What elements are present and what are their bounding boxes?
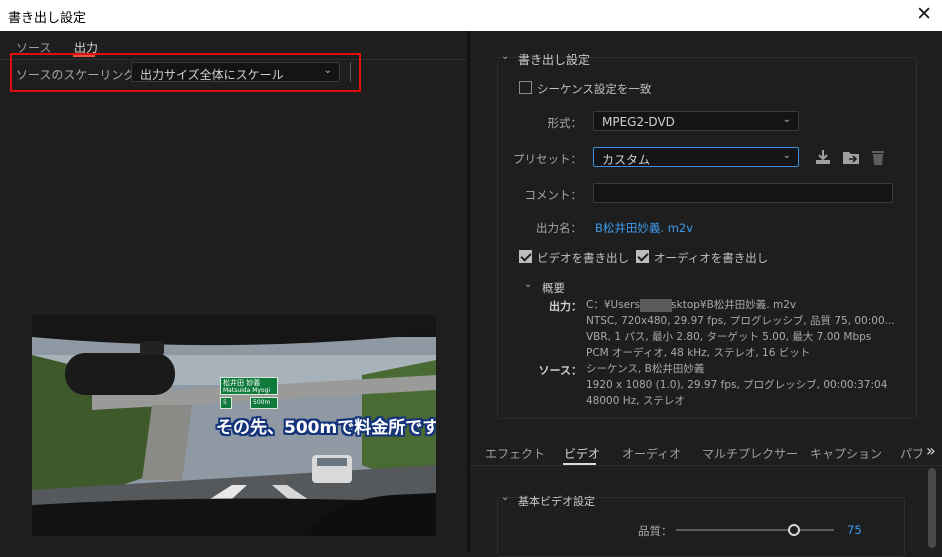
summary-line: 1920 x 1080 (1.0), 29.97 fps, プログレッシブ, 0… [586,379,888,391]
chevron-down-icon[interactable]: ⌄ [501,51,509,62]
sign-text: 松井田 妙義 [223,379,261,387]
basic-video-title: 基本ビデオ設定 [518,495,595,508]
tab-video[interactable]: ビデオ [564,445,600,462]
summary-line: VBR, 1 パス, 最小 2.80, ターゲット 5.00, 最大 7.00 … [586,331,872,343]
sign-number-text: 5 [223,399,227,406]
summary-line: C：¥Users¥ ¥Desktop¥B松井田妙義. m2v [586,299,797,311]
tab-effects[interactable]: エフェクト [485,445,545,462]
match-sequence-checkbox[interactable] [519,81,532,94]
export-video-label: ビデオを書き出し [537,251,629,265]
chevron-down-icon[interactable]: ⌄ [524,279,532,290]
source-output-pane: ソース 出力 ソースのスケーリング： 出力サイズ全体にスケール ⌄ 松井田 妙義… [0,31,467,551]
summary-output-key: 出力： [549,300,582,313]
summary-line: NTSC, 720x480, 29.97 fps, プログレッシブ, 品質 75… [586,315,895,327]
close-icon[interactable]: ✕ [916,3,932,25]
quality-label: 品質： [638,524,673,538]
divider [350,62,351,82]
sign-subtext: Matsuida Myogi [223,387,271,394]
tab-publish[interactable]: パブ [900,445,922,462]
road-sign: 松井田 妙義 Matsuida Myogi [220,377,278,395]
video-preview: 松井田 妙義 Matsuida Myogi 500m 5 その先、500mで料金… [32,315,436,536]
summary-source-key: ソース： [538,364,582,377]
scaling-value: 出力サイズ全体にスケール [140,68,284,82]
quality-slider-thumb[interactable] [787,524,800,536]
match-sequence-label: シーケンス設定を一致 [537,82,652,96]
road-sign-number: 5 [220,397,232,409]
chevron-down-icon[interactable]: ⌄ [501,492,509,503]
export-settings-title: 書き出し設定 [518,53,591,67]
delete-preset-icon[interactable] [869,148,887,166]
summary-line: PCM オーディオ, 48 kHz, ステレオ, 16 ビット [586,347,811,359]
output-name-label: 出力名： [536,221,582,235]
comment-label: コメント： [524,188,583,202]
import-preset-icon[interactable] [842,148,860,166]
tab-audio[interactable]: オーディオ [622,445,681,462]
sign-distance-text: 500m [253,399,271,406]
scaling-select[interactable]: 出力サイズ全体にスケール ⌄ [131,62,340,82]
summary-title: 概要 [542,281,565,295]
chevron-down-icon: ⌄ [782,114,791,125]
road-sign-distance: 500m [250,397,278,409]
format-value: MPEG2-DVD [602,115,675,129]
export-settings-pane: ⌄ 書き出し設定 シーケンス設定を一致 形式： MPEG2-DVD ⌄ プリセッ… [470,31,942,557]
comment-input[interactable] [593,183,893,203]
export-audio-label: オーディオを書き出し [654,251,769,265]
tab-captions[interactable]: キャプション [810,445,882,462]
quality-slider-track[interactable] [676,529,834,531]
tab-active-indicator [563,463,596,465]
preset-select[interactable]: カスタム ⌄ [593,147,799,167]
more-tabs-icon[interactable]: » [926,441,936,460]
title-bar: 書き出し設定 ✕ [0,0,942,31]
redaction-block [640,299,672,312]
format-select[interactable]: MPEG2-DVD ⌄ [593,111,799,131]
settings-tabs: エフェクト ビデオ オーディオ マルチプレクサー キャプション パブ » [470,436,942,466]
quality-value[interactable]: 75 [847,523,862,537]
chevron-down-icon: ⌄ [782,150,791,161]
save-preset-icon[interactable] [814,148,832,166]
video-caption: その先、500mで料金所です [216,418,436,438]
summary-output: C：¥Users¥ ¥Desktop¥B松井田妙義. m2v NTSC, 720… [586,297,895,361]
tab-multiplexer[interactable]: マルチプレクサー [702,445,798,462]
scaling-label: ソースのスケーリング： [16,68,148,82]
summary-source: シーケンス, B松井田妙義 1920 x 1080 (1.0), 29.97 f… [586,361,887,409]
scrollbar[interactable] [928,468,936,548]
format-label: 形式： [547,116,583,130]
preset-label: プリセット： [513,152,582,166]
output-name-link[interactable]: B松井田妙義. m2v [595,220,693,236]
summary-line: シーケンス, B松井田妙義 [586,363,705,375]
window-title: 書き出し設定 [8,11,87,26]
summary-line: 48000 Hz, ステレオ [586,395,685,407]
export-video-checkbox[interactable] [519,250,532,263]
chevron-down-icon: ⌄ [323,65,332,76]
preset-value: カスタム [602,153,651,167]
export-audio-checkbox[interactable] [636,250,649,263]
